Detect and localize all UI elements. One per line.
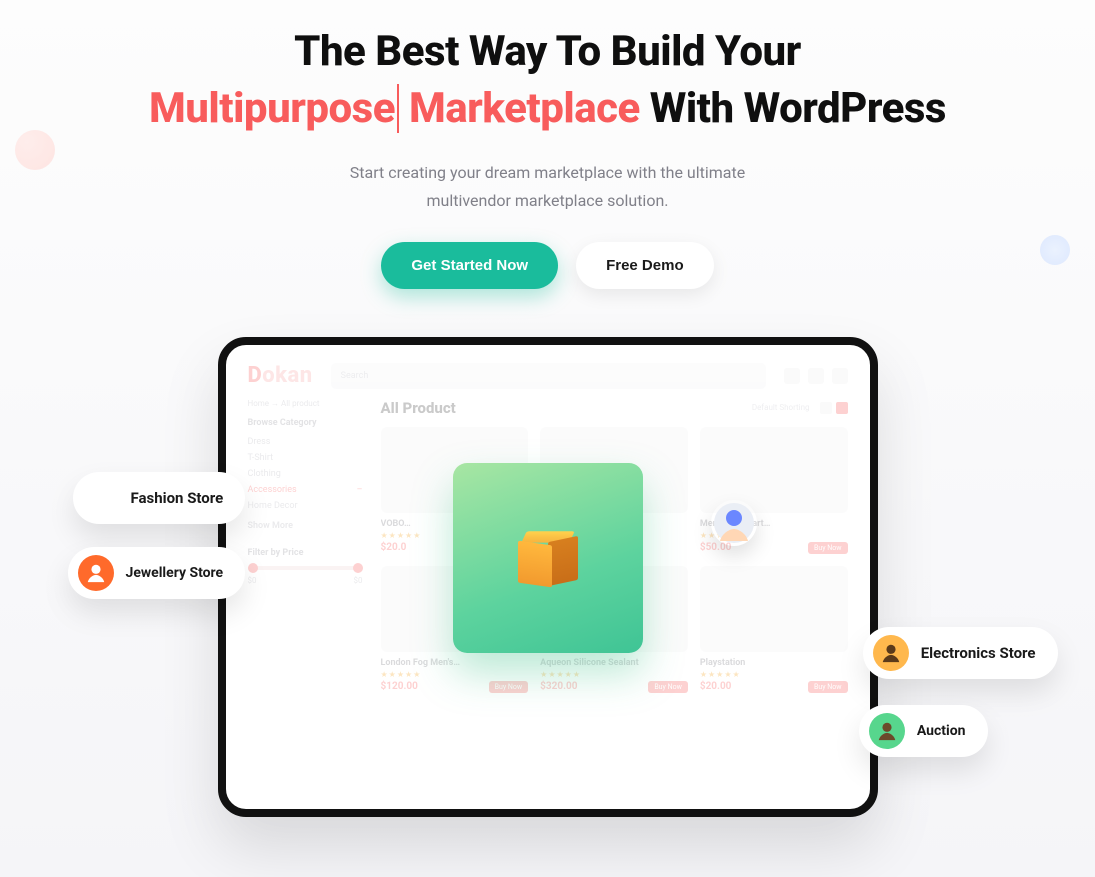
category-item-active: Accessories– [248,482,363,498]
chip-fashion-store: Fashion Store [73,472,246,524]
buy-badge: Buy Now [808,681,848,693]
price-slider [248,566,363,570]
get-started-button[interactable]: Get Started Now [381,242,558,289]
mock-brand-logo: Dokan [248,363,313,388]
free-demo-button[interactable]: Free Demo [576,242,714,289]
mock-search-input: Search [331,363,766,389]
hero-subtitle: Start creating your dream marketplace wi… [0,159,1095,213]
tablet-frame: Dokan Search Home → All product Browse C… [218,337,878,817]
hero-line2-rest: With WordPress [650,84,946,133]
product-price: $20.00 [700,681,732,692]
product-title: Playstation [700,658,848,668]
hero-highlight-1: Multipurpose [149,84,399,133]
price-max: $0 [354,576,363,585]
package-box-icon [518,535,578,593]
brand-letter-rest: okan [262,363,312,388]
hero-highlight-2: Marketplace [409,84,640,133]
tablet-mockup: Dokan Search Home → All product Browse C… [218,337,878,847]
category-item: Dress [248,434,363,450]
hero-subtitle-l1: Start creating your dream marketplace wi… [350,163,745,182]
buy-badge: Buy Now [648,681,688,693]
section-title: All Product [381,399,456,417]
mock-sidebar: Home → All product Browse Category Dress… [248,399,363,693]
category-heading: Browse Category [248,418,363,428]
price-min: $0 [248,576,257,585]
decorative-orb-right [1040,235,1070,265]
chip-label: Auction [917,723,966,739]
buy-badge: Buy Now [489,681,529,693]
hero-subtitle-l2: multivendor marketplace solution. [426,191,668,210]
hero-line1: The Best Way To Build Your [294,27,801,76]
product-card: Playstation ★★★★★ $20.00 Buy Now [700,566,848,693]
chip-electronics-store: Electronics Store [863,627,1058,679]
chip-label: Electronics Store [921,644,1036,662]
product-rating: ★★★★★ [540,670,688,679]
sort-label: Default Shorting [752,403,810,412]
avatar-icon [83,480,119,516]
chip-label: Fashion Store [131,489,224,507]
buy-badge: Buy Now [808,542,848,554]
product-thumb [700,427,848,513]
product-thumb [700,566,848,652]
chip-auction: Auction [859,705,988,757]
floating-avatar [711,500,757,546]
category-item: Clothing [248,466,363,482]
decorative-orb-left [15,130,55,170]
hero-heading: The Best Way To Build Your Multipurpose … [0,24,1095,137]
avatar-icon [78,555,114,591]
brand-letter-1: D [248,363,263,388]
view-toggle [820,402,848,414]
product-price: $20.0 [381,542,407,553]
product-title: London Fog Men's… [381,658,529,668]
hero-product-card [453,463,643,653]
show-more: Show More [248,518,363,534]
product-rating: ★★★★★ [381,670,529,679]
cta-row: Get Started Now Free Demo [0,242,1095,289]
chip-label: Jewellery Store [126,565,224,581]
mock-top-icons [784,368,848,384]
product-title: Aqueon Silicone Sealant [540,658,688,668]
category-item: T-Shirt [248,450,363,466]
category-list: Dress T-Shirt Clothing Accessories– Home… [248,434,363,534]
list-view-icon [820,402,832,414]
breadcrumb: Home → All product [248,399,363,408]
product-rating: ★★★★★ [700,670,848,679]
avatar-icon [869,713,905,749]
product-price: $120.00 [381,681,418,692]
filter-price: Filter by Price $0 $0 [248,548,363,585]
grid-view-icon [836,402,848,414]
filter-heading: Filter by Price [248,548,363,558]
hero-section: The Best Way To Build Your Multipurpose … [0,0,1095,289]
chip-jewellery-store: Jewellery Store [68,547,246,599]
mock-topbar: Dokan Search [248,363,848,389]
product-price: $320.00 [540,681,577,692]
category-item: Home Decor [248,498,363,514]
avatar-icon [873,635,909,671]
sort-controls: Default Shorting [752,402,848,414]
